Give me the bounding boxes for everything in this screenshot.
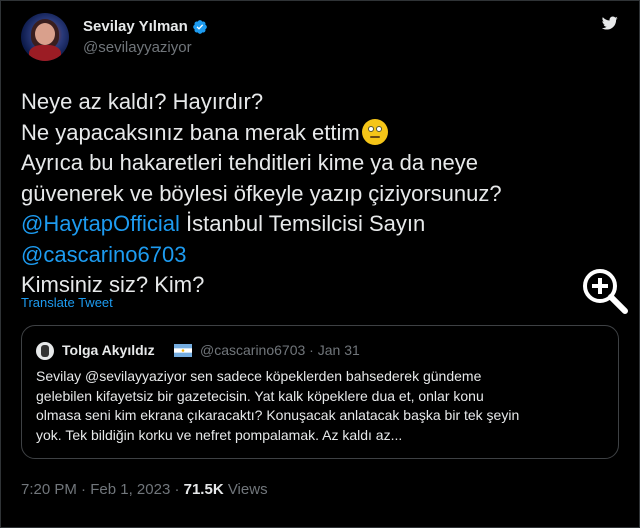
quoted-author-name[interactable]: Tolga Akyıldız (62, 342, 155, 358)
tweet-footer: 7:20 PM · Feb 1, 2023 · 71.5K Views (21, 481, 268, 498)
rolling-eyes-emoji-icon (361, 118, 388, 145)
author-name[interactable]: Sevilay Yılman (83, 18, 188, 35)
zoom-in-icon[interactable] (579, 265, 631, 317)
tweet-text: Neye az kaldı? Hayırdır? Ne yapacaksınız… (21, 87, 621, 301)
views-label: Views (227, 481, 268, 498)
verified-badge-icon (192, 19, 207, 34)
quoted-date[interactable]: Jan 31 (318, 342, 360, 358)
tweet-line: @cascarino6703 (21, 240, 621, 271)
quoted-meta: @cascarino6703 · Jan 31 (200, 342, 360, 358)
quoted-author-avatar[interactable] (36, 342, 54, 360)
quoted-tweet[interactable]: Tolga Akyıldız @cascarino6703 · Jan 31 S… (21, 325, 619, 459)
quoted-line: gelebilen kifayetsiz bir gazetecisin. Ya… (36, 387, 484, 404)
author-handle[interactable]: @sevilayyaziyor (83, 39, 192, 56)
twitter-logo-icon[interactable] (602, 15, 618, 31)
quoted-line: olmasa seni kim ekrana çıkaracaktı? Konu… (36, 407, 520, 423)
tweet-card: Sevilay Yılman @sevilayyaziyor Neye az k… (0, 0, 640, 528)
quoted-line: Sevilay @sevilayyaziyor sen sadece köpek… (36, 368, 482, 384)
argentina-flag-icon (174, 344, 192, 357)
quoted-text: Sevilay @sevilayyaziyor sen sadece köpek… (36, 367, 611, 445)
tweet-line: Ne yapacaksınız bana merak ettim (21, 118, 621, 149)
tweet-line: @HaytapOfficial İstanbul Temsilcisi Sayı… (21, 211, 426, 236)
tweet-line: Ayrıca bu hakaretleri tehditleri kime ya… (21, 150, 478, 175)
mention-cascarino-link[interactable]: @cascarino6703 (21, 242, 186, 267)
tweet-date[interactable]: Feb 1, 2023 (90, 481, 170, 498)
author-avatar[interactable] (21, 13, 69, 61)
tweet-time[interactable]: 7:20 PM (21, 481, 77, 498)
quoted-handle[interactable]: @cascarino6703 (200, 342, 305, 358)
tweet-line: Neye az kaldı? Hayırdır? (21, 89, 264, 114)
views-count: 71.5K (183, 481, 224, 498)
author-name-row[interactable]: Sevilay Yılman (83, 18, 208, 35)
translate-tweet-link[interactable]: Translate Tweet (21, 295, 113, 310)
tweet-line: güvenerek ve böylesi öfkeyle yazıp çiziy… (21, 180, 502, 206)
quoted-line: yok. Tek bildiğin korku ve nefret pompal… (36, 426, 403, 443)
mention-haytap-link[interactable]: @HaytapOfficial (21, 211, 180, 236)
